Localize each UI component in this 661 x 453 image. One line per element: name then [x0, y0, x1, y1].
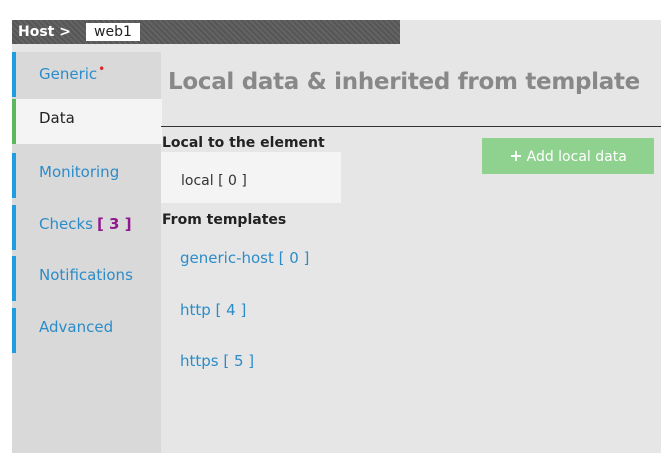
tab-label: Notifications	[39, 266, 133, 284]
tab-label: Data	[39, 109, 75, 127]
host-label: Host >	[18, 24, 71, 40]
tab-checks[interactable]: Checks[ 3 ]	[12, 205, 161, 250]
tab-label: Generic•	[39, 62, 106, 83]
tab-data[interactable]: Data	[12, 99, 162, 144]
template-link-https[interactable]: https [ 5 ]	[180, 352, 254, 370]
templates-section-title: From templates	[162, 212, 287, 228]
tab-label: Advanced	[39, 318, 114, 336]
tab-label: Checks[ 3 ]	[39, 215, 132, 233]
title-divider	[161, 126, 661, 127]
add-button-label: Add local data	[526, 149, 627, 165]
sidebar: Generic• Data Monitoring Checks[ 3 ] Not…	[12, 52, 162, 453]
template-link-generic-host[interactable]: generic-host [ 0 ]	[180, 249, 309, 267]
host-header: Host > web1	[12, 20, 400, 44]
data-panel: Local data & inherited from template Loc…	[161, 52, 661, 453]
required-marker: •	[98, 62, 106, 76]
tab-notifications[interactable]: Notifications	[12, 256, 161, 301]
local-data-box: local [ 0 ]	[161, 152, 341, 203]
tab-label: Monitoring	[39, 163, 120, 181]
tab-generic[interactable]: Generic•	[12, 52, 161, 97]
page-title: Local data & inherited from template	[168, 69, 640, 95]
add-local-data-button[interactable]: + Add local data	[482, 138, 654, 174]
local-data-item: local [ 0 ]	[181, 173, 247, 189]
tab-monitoring[interactable]: Monitoring	[12, 153, 161, 198]
plus-icon: +	[509, 146, 523, 165]
host-name: web1	[86, 23, 140, 41]
template-link-http[interactable]: http [ 4 ]	[180, 301, 246, 319]
tab-advanced[interactable]: Advanced	[12, 308, 161, 353]
checks-count-badge: [ 3 ]	[96, 215, 132, 233]
local-section-title: Local to the element	[162, 135, 325, 151]
